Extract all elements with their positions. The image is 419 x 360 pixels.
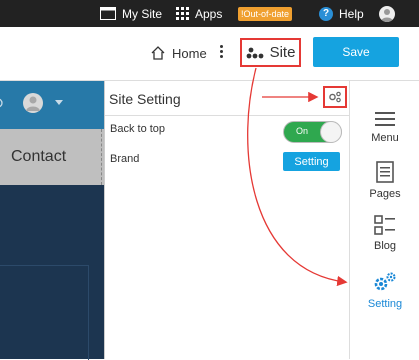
- contact-nav-item[interactable]: Contact: [11, 148, 66, 166]
- editor-toolbar: Home Site Save: [0, 27, 419, 81]
- help-icon: ?: [319, 6, 333, 21]
- browser-icon: [100, 7, 116, 20]
- save-button[interactable]: Save: [313, 37, 399, 67]
- pages-icon: [376, 161, 394, 183]
- apps-link[interactable]: Apps: [176, 0, 222, 27]
- help-label: Help: [339, 6, 364, 21]
- sidebar-pages-label: Pages: [369, 188, 401, 200]
- help-link[interactable]: ? Help: [319, 0, 364, 27]
- more-options-icon[interactable]: [219, 44, 223, 62]
- apps-grid-icon: [176, 7, 189, 20]
- gears-icon: [374, 272, 396, 291]
- site-label: Site: [269, 44, 296, 61]
- mysite-label: My Site: [122, 6, 163, 21]
- blog-icon: [374, 215, 395, 235]
- out-of-date-badge[interactable]: !Out-of-date: [238, 0, 293, 27]
- site-button[interactable]: Site: [240, 38, 301, 67]
- sidebar-item-setting[interactable]: Setting: [350, 271, 419, 310]
- sidebar-item-blog[interactable]: Blog: [350, 215, 419, 252]
- user-avatar[interactable]: [379, 0, 395, 27]
- sidebar-item-pages[interactable]: Pages: [350, 161, 419, 200]
- toggle-knob: [320, 121, 342, 143]
- sidebar-item-menu[interactable]: Menu: [350, 111, 419, 144]
- apps-label: Apps: [195, 6, 223, 21]
- sidebar-blog-label: Blog: [373, 240, 397, 252]
- toggle-on-label: On: [296, 126, 309, 136]
- home-label: Home: [172, 45, 207, 61]
- site-setting-panel: Site Setting Back to top On Brand Settin…: [104, 81, 350, 359]
- sidebar-setting-label: Setting: [367, 298, 403, 310]
- preview-box: [0, 265, 89, 360]
- home-icon: [151, 46, 165, 60]
- preview-body: [0, 185, 104, 360]
- brand-label: Brand: [110, 153, 140, 165]
- home-button[interactable]: Home: [150, 42, 207, 64]
- menu-icon: [375, 112, 395, 126]
- back-to-top-label: Back to top: [110, 123, 166, 135]
- partial-circle-icon: [0, 98, 3, 108]
- mysite-link[interactable]: My Site: [100, 0, 162, 27]
- dashed-divider: [101, 129, 103, 185]
- caret-down-icon: [55, 100, 63, 105]
- preview-header: [0, 81, 104, 129]
- right-sidebar: Menu Pages Blog Setting: [349, 81, 419, 359]
- preview-nav-bar: Contact: [0, 129, 104, 185]
- avatar-placeholder-icon: [23, 93, 43, 113]
- site-dots-icon: [246, 47, 263, 58]
- panel-gear-button[interactable]: [323, 86, 347, 108]
- sidebar-menu-label: Menu: [371, 132, 399, 144]
- top-bar: My Site Apps !Out-of-date ? Help: [0, 0, 419, 27]
- panel-divider: [105, 115, 350, 116]
- back-to-top-toggle[interactable]: On: [283, 121, 342, 143]
- panel-title: Site Setting: [109, 91, 181, 107]
- brand-setting-button[interactable]: Setting: [283, 152, 340, 171]
- badge-label: !Out-of-date: [238, 6, 293, 21]
- avatar-icon: [379, 5, 395, 22]
- gears-icon: [329, 91, 341, 103]
